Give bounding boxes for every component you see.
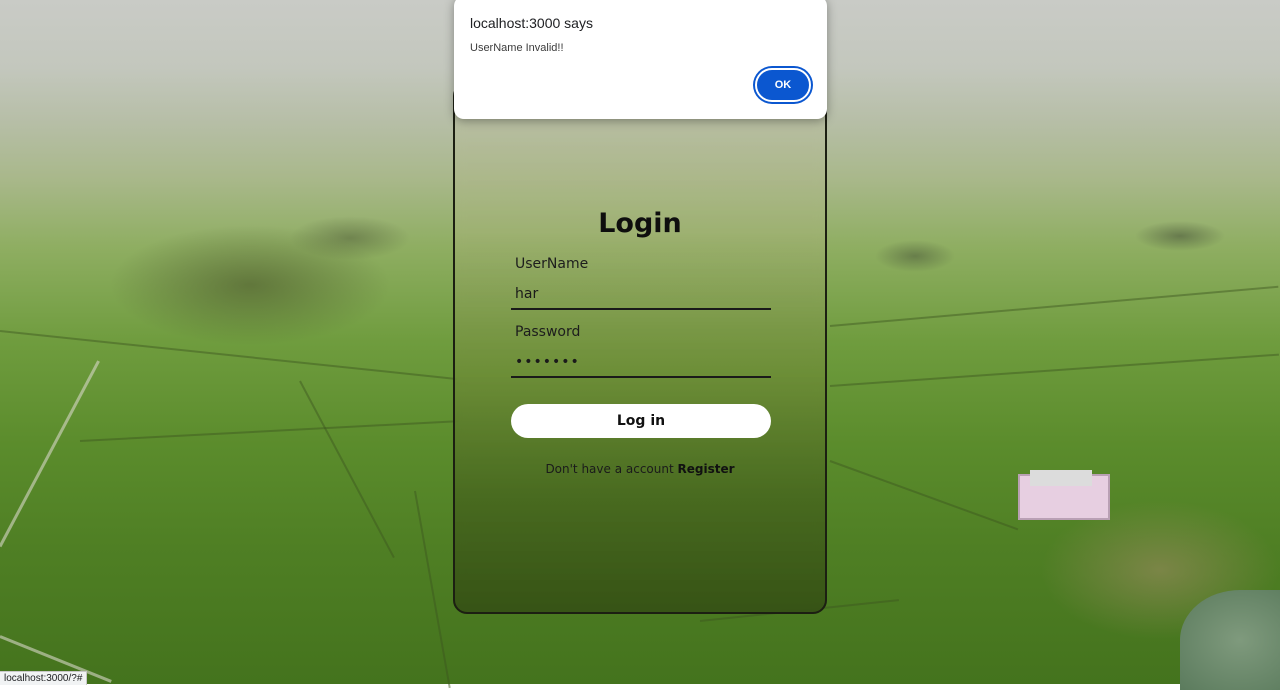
alert-dialog: localhost:3000 says UserName Invalid!! O… xyxy=(454,0,827,119)
field-boundary xyxy=(414,490,451,689)
ok-button[interactable]: OK xyxy=(755,68,811,102)
dialog-message: UserName Invalid!! xyxy=(470,42,564,54)
login-button[interactable]: Log in xyxy=(511,404,771,438)
username-label: UserName xyxy=(515,256,589,272)
field-boundary xyxy=(829,353,1279,387)
register-link[interactable]: Register xyxy=(678,462,735,476)
login-title: Login xyxy=(598,208,682,239)
field-boundary xyxy=(79,420,460,442)
dialog-title: localhost:3000 says xyxy=(470,15,593,31)
field-path xyxy=(0,360,100,548)
house-roof xyxy=(1030,470,1092,486)
login-card: Login UserName Password Log in Don't hav… xyxy=(453,82,827,614)
register-prompt: Don't have a account xyxy=(545,462,674,476)
password-input[interactable] xyxy=(511,348,771,378)
field-boundary xyxy=(829,460,1019,531)
username-input[interactable] xyxy=(511,280,771,310)
field-boundary xyxy=(0,330,458,381)
register-row: Don't have a account Register xyxy=(455,462,825,476)
field-boundary xyxy=(829,285,1279,327)
field-boundary xyxy=(299,380,395,559)
password-label: Password xyxy=(515,324,581,340)
status-bar-url: localhost:3000/?# xyxy=(0,671,88,685)
